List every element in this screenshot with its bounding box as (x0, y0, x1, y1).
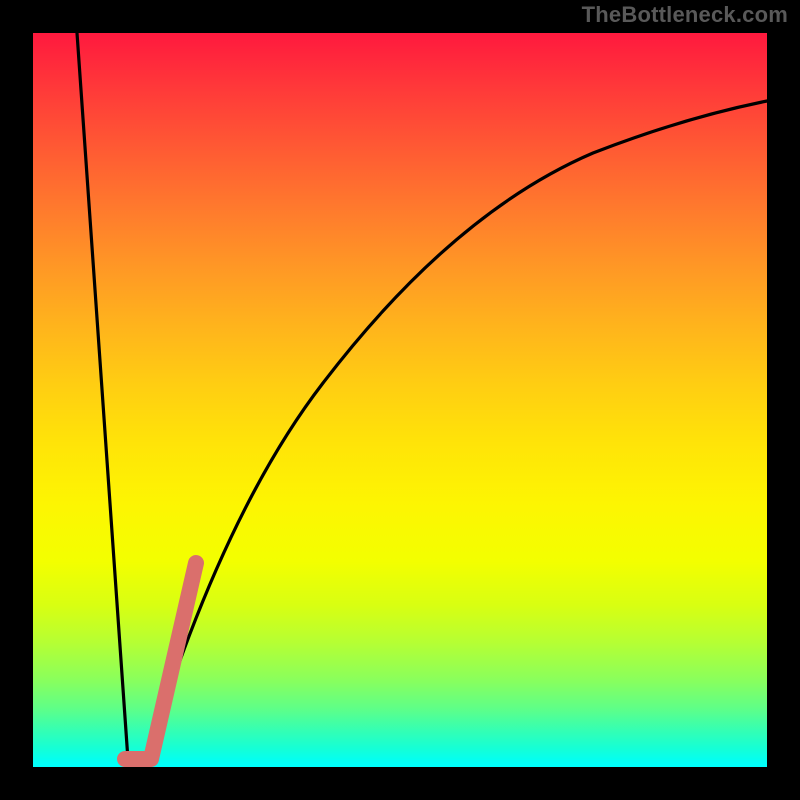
watermark-text: TheBottleneck.com (582, 2, 788, 28)
curve-layer (33, 33, 767, 767)
highlight-marker (125, 563, 196, 759)
chart-frame: TheBottleneck.com (0, 0, 800, 800)
plot-area (33, 33, 767, 767)
